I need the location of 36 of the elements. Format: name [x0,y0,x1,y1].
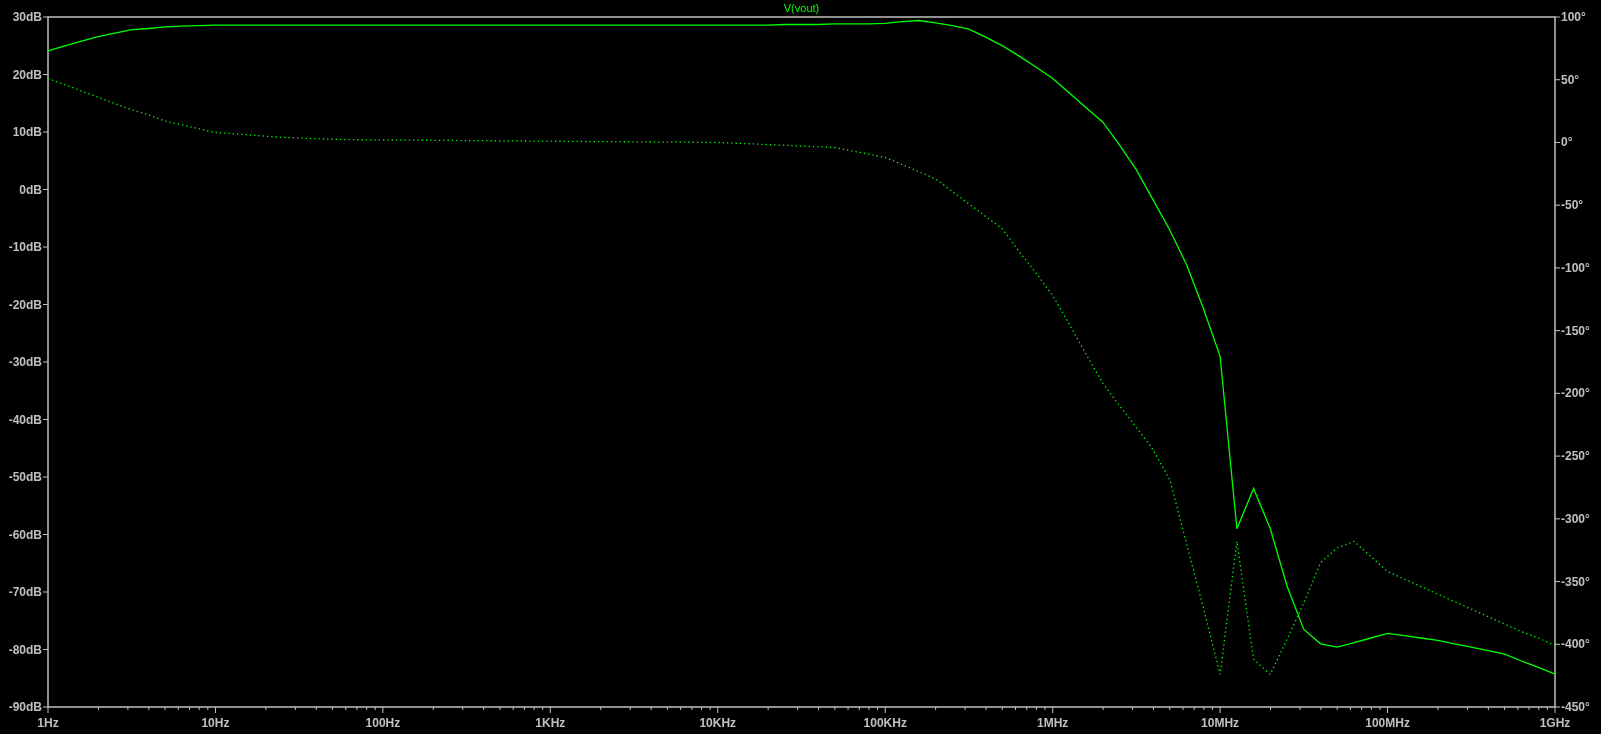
y2-axis-label: 0° [1561,135,1573,150]
y-axis-label: 0dB [19,182,42,197]
x-axis-label: 100KHz [863,716,907,730]
y2-axis-label: -450° [1561,700,1590,714]
y-axis-label: -30dB [8,355,42,369]
y2-axis-label: -300° [1561,511,1590,526]
x-axis-label: 10Hz [201,716,230,730]
x-axis-label: 10MHz [1201,716,1240,730]
y-axis-label: -20dB [8,297,42,312]
y-axis-label: 10dB [12,125,42,139]
x-axis-label: 1MHz [1037,716,1069,730]
y2-axis-label: 100° [1561,10,1586,24]
y-axis-label: 30dB [12,10,42,24]
y2-axis-label: -100° [1561,260,1590,275]
x-axis-label: 10KHz [699,716,737,730]
x-axis-label: 100Hz [365,716,401,730]
x-axis-label: 1Hz [37,716,59,730]
y2-axis-label: -200° [1561,386,1590,401]
x-axis-label: 1GHz [1539,716,1571,730]
y2-axis-label: -50° [1561,198,1584,213]
y-axis-label: -10dB [8,240,42,254]
y-axis-label: -90dB [8,700,42,714]
y-axis-label: -70dB [8,585,42,599]
x-axis-label: 1KHz [535,716,566,730]
x-axis-label: 100MHz [1365,716,1410,730]
y2-axis-label: -350° [1561,574,1590,589]
y-axis-label: -50dB [8,470,42,484]
y2-axis-label: -250° [1561,449,1590,464]
y-axis-label: -60dB [8,527,42,542]
y2-axis-label: -150° [1561,323,1590,338]
y2-axis-label: -400° [1561,637,1590,652]
y-axis-label: 20dB [12,67,42,82]
chart-title: V(vout) [783,2,820,14]
y-axis-label: -40dB [8,412,42,427]
y-axis-label: -80dB [8,642,42,657]
y2-axis-label: 50° [1561,72,1580,87]
